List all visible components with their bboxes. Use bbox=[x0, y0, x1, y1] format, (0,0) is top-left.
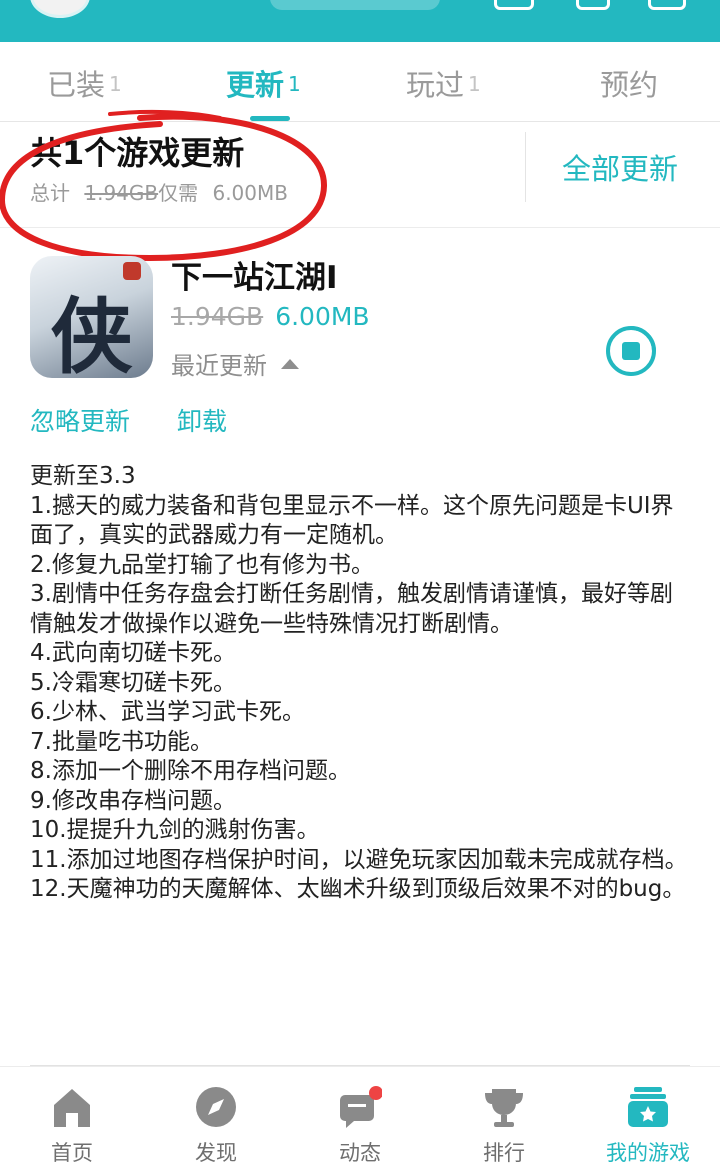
nav-home[interactable]: 首页 bbox=[0, 1067, 144, 1170]
nav-discover-label: 发现 bbox=[195, 1141, 237, 1165]
tab-reserved[interactable]: 预约 bbox=[600, 62, 658, 104]
top-app-bar bbox=[0, 0, 720, 42]
tab-played-label: 玩过 bbox=[406, 68, 465, 102]
trophy-icon bbox=[485, 1089, 523, 1127]
release-notes-heading: 更新至3.3 bbox=[30, 463, 136, 489]
release-note-item: 9.修改串存档问题。 bbox=[30, 787, 236, 814]
ignore-update-button[interactable]: 忽略更新 bbox=[30, 402, 130, 438]
avatar[interactable] bbox=[30, 0, 90, 18]
update-summary: 共1个游戏更新 总计 1.94GB仅需 6.00MB 全部更新 bbox=[0, 122, 720, 228]
nav-home-label: 首页 bbox=[51, 1141, 93, 1165]
tab-updates[interactable]: 更新 1 bbox=[226, 62, 301, 104]
nav-discover[interactable]: 发现 bbox=[144, 1067, 288, 1170]
divider bbox=[525, 132, 526, 202]
tab-installed-count: 1 bbox=[109, 72, 122, 96]
tab-installed[interactable]: 已装 1 bbox=[47, 62, 122, 104]
release-note-item: 5.冷霜寒切磋卡死。 bbox=[30, 669, 236, 696]
bottom-nav: 首页 发现 动态 排行 我的游戏 bbox=[0, 1066, 720, 1170]
my-games-icon bbox=[628, 1087, 668, 1127]
release-note-item: 1.撼天的威力装备和背包里显示不一样。这个原先问题是卡UI界面了，真实的武器威力… bbox=[30, 492, 674, 549]
total-old-size: 1.94GB bbox=[84, 181, 159, 205]
chevron-up-icon bbox=[281, 359, 299, 369]
nav-my-games[interactable]: 我的游戏 bbox=[576, 1067, 720, 1170]
compass-icon bbox=[196, 1087, 236, 1127]
release-note-item: 3.剧情中任务存盘会打断任务剧情，触发剧情请谨慎，最好等剧情触发才做操作以避免一… bbox=[30, 581, 673, 637]
total-label: 总计 bbox=[30, 181, 70, 205]
chat-camera-icon bbox=[340, 1086, 382, 1128]
release-note-item: 10.提提升九剑的溅射伤害。 bbox=[30, 817, 320, 843]
release-note-item: 7.批量吃书功能。 bbox=[30, 728, 213, 755]
recent-update-toggle[interactable]: 最近更新 bbox=[171, 346, 299, 381]
release-note-item: 2.修复九品堂打输了也有修为书。 bbox=[30, 551, 374, 578]
pause-download-icon[interactable] bbox=[604, 324, 658, 378]
needs-label: 仅需 bbox=[158, 181, 199, 205]
tab-active-indicator bbox=[250, 116, 290, 121]
nav-ranking[interactable]: 排行 bbox=[432, 1067, 576, 1170]
release-note-item: 8.添加一个删除不用存档问题。 bbox=[30, 758, 351, 784]
update-size-summary: 总计 1.94GB仅需 6.00MB bbox=[30, 177, 288, 206]
tab-installed-label: 已装 bbox=[47, 68, 106, 102]
uninstall-button[interactable]: 卸载 bbox=[177, 402, 227, 438]
tab-played[interactable]: 玩过 1 bbox=[406, 62, 481, 104]
game-icon-glyph: 侠 bbox=[50, 289, 133, 378]
nav-my-games-label: 我的游戏 bbox=[606, 1141, 690, 1165]
game-old-size: 1.94GB bbox=[171, 302, 264, 331]
nav-feed-label: 动态 bbox=[339, 1141, 381, 1165]
notification-icon[interactable] bbox=[576, 0, 610, 10]
game-name[interactable]: 下一站江湖Ⅰ bbox=[171, 252, 338, 297]
game-icon[interactable]: 侠 bbox=[30, 256, 153, 378]
tab-updates-count: 1 bbox=[288, 72, 301, 96]
tab-bar: 已装 1 更新 1 玩过 1 预约 bbox=[0, 42, 720, 122]
update-all-button[interactable]: 全部更新 bbox=[562, 146, 678, 188]
total-new-size: 6.00MB bbox=[212, 181, 288, 205]
tab-updates-label: 更新 bbox=[226, 68, 285, 102]
recent-update-label: 最近更新 bbox=[171, 352, 267, 380]
home-icon bbox=[54, 1089, 90, 1127]
download-manager-icon[interactable] bbox=[494, 0, 534, 10]
tab-reserved-label: 预约 bbox=[600, 68, 659, 102]
message-icon[interactable] bbox=[648, 0, 686, 10]
tab-played-count: 1 bbox=[468, 72, 481, 96]
game-icon-seal bbox=[123, 262, 141, 280]
nav-ranking-label: 排行 bbox=[483, 1141, 525, 1165]
search-bar[interactable] bbox=[270, 0, 440, 10]
game-size: 1.94GB 6.00MB bbox=[171, 302, 370, 331]
release-notes: 更新至3.3 1.撼天的威力装备和背包里显示不一样。这个原先问题是卡UI界面了，… bbox=[30, 462, 694, 905]
update-count-title: 共1个游戏更新 bbox=[30, 134, 245, 172]
game-update-item: 侠 下一站江湖Ⅰ 1.94GB 6.00MB 最近更新 忽略更新 卸载 bbox=[0, 228, 720, 460]
release-note-item: 4.武向南切磋卡死。 bbox=[30, 640, 236, 666]
release-note-item: 11.添加过地图存档保护时间，以避免玩家因加载未完成就存档。 bbox=[30, 846, 688, 873]
release-note-item: 12.天魔神功的天魔解体、太幽术升级到顶级后效果不对的bug。 bbox=[30, 876, 686, 902]
game-new-size: 6.00MB bbox=[275, 302, 370, 331]
release-note-item: 6.少林、武当学习武卡死。 bbox=[30, 699, 305, 725]
nav-feed[interactable]: 动态 bbox=[288, 1067, 432, 1170]
